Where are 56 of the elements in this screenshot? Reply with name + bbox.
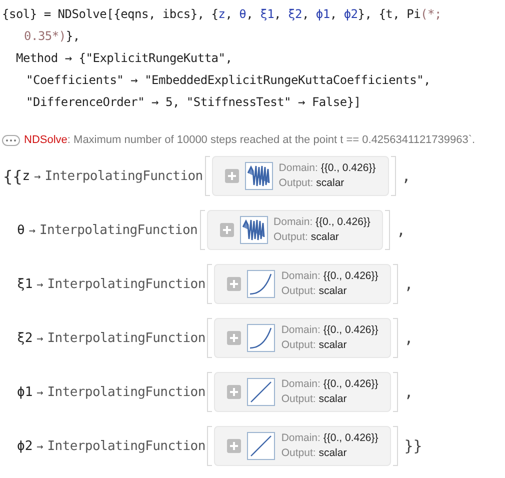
function-name: InterpolatingFunction xyxy=(47,384,206,400)
separator-text: , xyxy=(396,221,406,239)
rule-symbol: ϕ2 xyxy=(17,438,33,454)
separator-text: , xyxy=(404,275,414,293)
arrow-text: → xyxy=(28,224,36,236)
brace-text: {{ xyxy=(3,166,22,186)
function-name: InterpolatingFunction xyxy=(47,438,206,454)
separator-text: , xyxy=(404,383,414,401)
expand-button[interactable] xyxy=(227,385,242,399)
function-name: InterpolatingFunction xyxy=(39,222,198,238)
arrow-text: → xyxy=(36,386,44,398)
plus-icon xyxy=(230,388,238,396)
code-line: "Coefficients" → "EmbeddedExplicitRungeKuttaCoefficients", xyxy=(25,72,432,89)
message-text: NDSolve: Maximum number of 10000 steps reached at the point t == 0.4256341121739963`. xyxy=(24,134,476,146)
plus-icon xyxy=(230,334,238,342)
plus-icon xyxy=(228,172,236,180)
rule-symbol: ξ1 xyxy=(17,276,33,292)
output-text: Output: scalar xyxy=(281,284,348,299)
code-line: {sol} = NDSolve[{eqns, ibcs}, {z, θ, ξ1, ξ2, ϕ1, ϕ2}, {t, Pi(*; xyxy=(2,6,442,23)
code-line: "DifferenceOrder" → 5, "StiffnessTest" → False}] xyxy=(25,94,362,111)
rule-symbol: ϕ1 xyxy=(17,384,33,400)
output-text: Output: scalar xyxy=(281,392,348,407)
rule-symbol: z xyxy=(22,168,30,184)
output-text: Output: scalar xyxy=(278,176,346,191)
output-text: Output: scalar xyxy=(274,230,340,245)
function-name: InterpolatingFunction xyxy=(44,168,203,184)
ellipsis-icon[interactable] xyxy=(2,134,20,146)
arrow-text: → xyxy=(36,278,44,290)
expand-button[interactable] xyxy=(220,223,234,237)
plus-icon xyxy=(230,442,238,450)
domain-text: Domain: {{0., 0.426}} xyxy=(281,377,378,392)
arrow-text: → xyxy=(36,440,44,452)
output-text: Output: scalar xyxy=(281,338,348,353)
domain-text: Domain: {{0., 0.426}} xyxy=(281,431,378,446)
expand-button[interactable] xyxy=(227,277,242,291)
expand-button[interactable] xyxy=(227,331,242,345)
output-text: Output: scalar xyxy=(281,446,348,461)
expand-button[interactable] xyxy=(227,439,242,453)
function-name: InterpolatingFunction xyxy=(47,330,206,346)
code-line: 0.35*)}, xyxy=(23,28,81,45)
plus-icon xyxy=(230,280,238,288)
domain-text: Domain: {{0., 0.426}} xyxy=(274,215,370,230)
expand-button[interactable] xyxy=(224,169,239,183)
separator-text: }} xyxy=(404,437,422,455)
code-line: Method → {"ExplicitRungeKutta", xyxy=(15,50,234,67)
domain-text: Domain: {{0., 0.426}} xyxy=(281,269,378,284)
rule-symbol: ξ2 xyxy=(17,330,33,346)
domain-text: Domain: {{0., 0.426}} xyxy=(281,323,378,338)
rule-symbol: θ xyxy=(17,222,25,238)
arrow-text: → xyxy=(34,170,41,182)
domain-text: Domain: {{0., 0.426}} xyxy=(278,161,376,176)
separator-text: , xyxy=(404,329,414,347)
plus-icon xyxy=(222,226,231,234)
separator-text: , xyxy=(402,167,411,185)
function-name: InterpolatingFunction xyxy=(47,276,206,292)
arrow-text: → xyxy=(36,332,44,344)
